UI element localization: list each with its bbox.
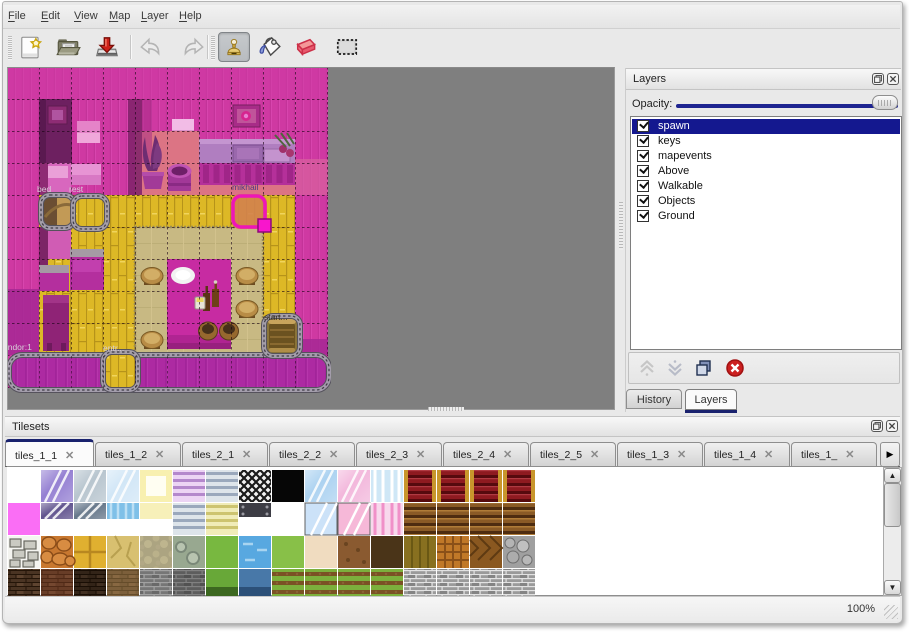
svg-text:mikhail: mikhail (232, 182, 259, 192)
svg-text:bed: bed (37, 184, 51, 194)
svg-text:entr...: entr... (103, 343, 124, 353)
svg-text:start...: start... (264, 312, 288, 322)
svg-text:rest: rest (69, 184, 84, 194)
svg-text:andor:1: andor:1 (7, 342, 32, 352)
